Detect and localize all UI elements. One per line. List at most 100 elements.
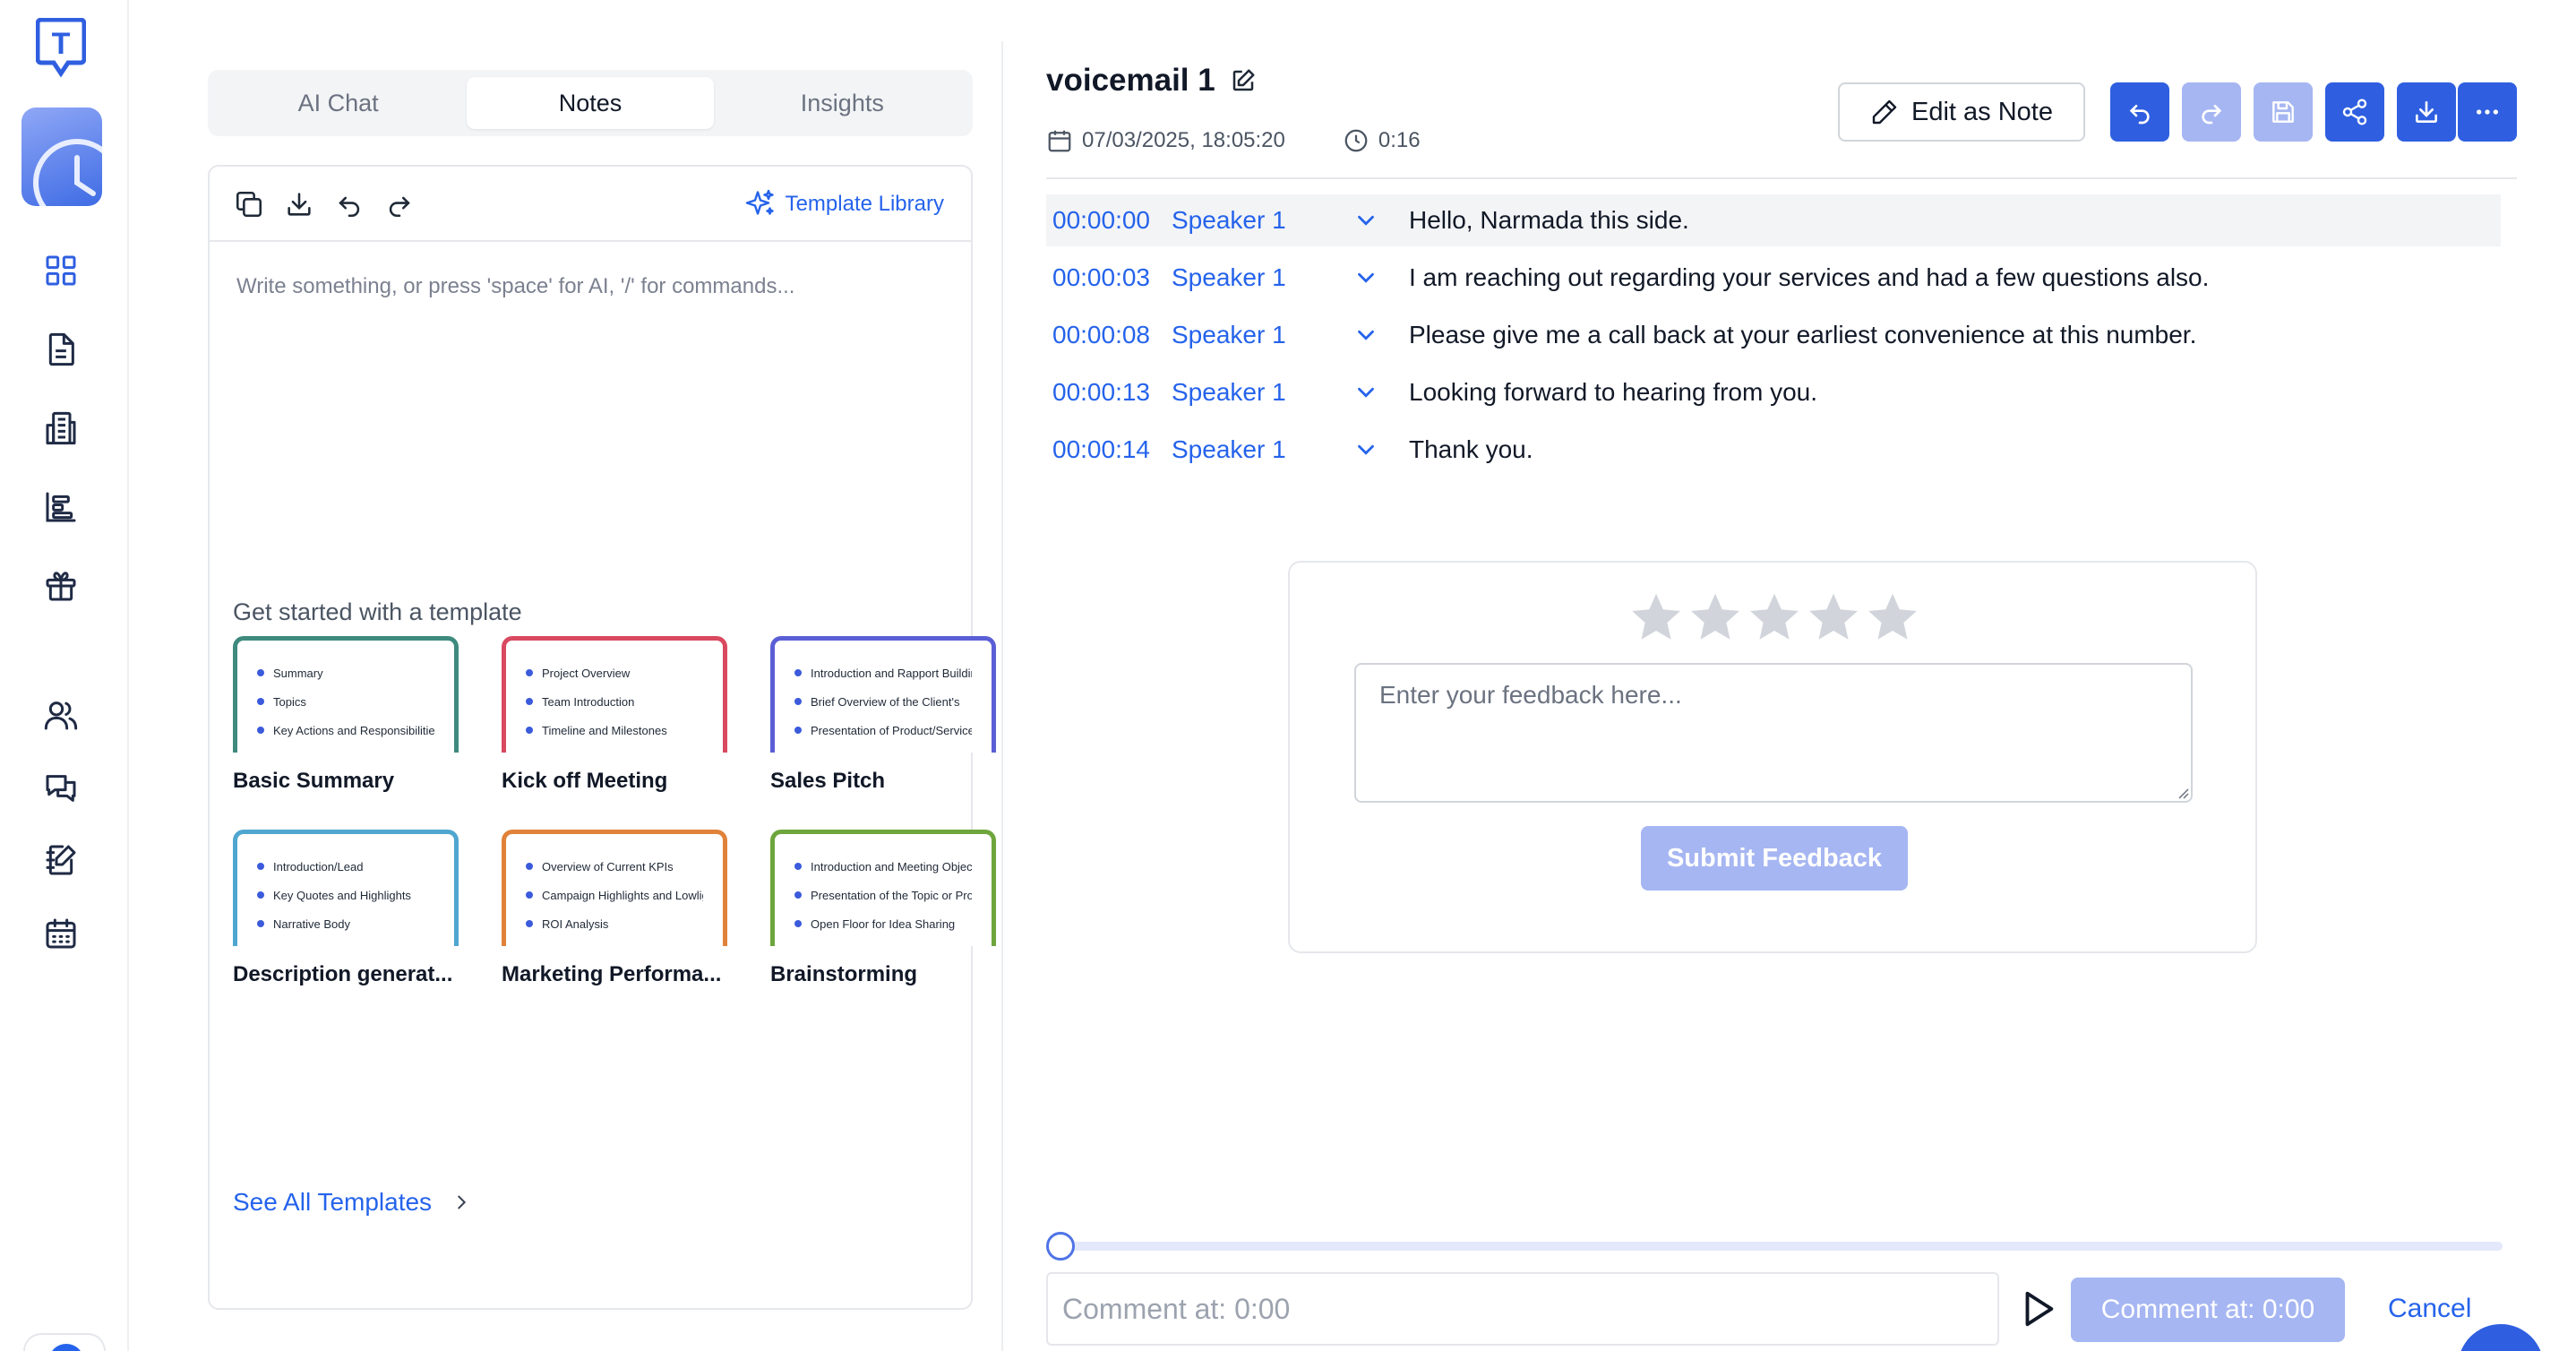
template-preview-line: Topics (257, 687, 434, 716)
recording-duration: 0:16 (1378, 128, 1421, 152)
template-name: Description generat... (233, 962, 453, 986)
timestamp-link[interactable]: 00:00:14 (1052, 435, 1150, 464)
copy-button[interactable] (231, 186, 267, 222)
template-preview-line: Presentation of the Topic or Problem (794, 881, 972, 909)
sidebar-item-conversations[interactable] (41, 769, 81, 808)
submit-feedback-button[interactable]: Submit Feedback (1641, 826, 1908, 891)
speaker-label[interactable]: Speaker 1 (1172, 263, 1286, 292)
notebook-edit-icon (46, 845, 76, 875)
timestamp-link[interactable]: 00:00:00 (1052, 206, 1150, 235)
see-all-templates-label: See All Templates (233, 1188, 433, 1216)
save-icon (2272, 101, 2294, 123)
seek-bar[interactable] (1046, 1242, 2503, 1251)
chevron-down-icon[interactable] (1352, 207, 1379, 234)
star-icon[interactable] (1628, 589, 1684, 645)
edit-title-icon[interactable] (1230, 67, 1257, 94)
notes-editor[interactable]: Write something, or press 'space' for AI… (236, 274, 935, 299)
seek-handle[interactable] (1046, 1232, 1075, 1261)
sidebar-item-contacts[interactable] (41, 695, 81, 735)
chevron-down-icon[interactable] (1352, 379, 1379, 406)
sidebar-item-documents[interactable] (41, 330, 81, 369)
templates-heading: Get started with a template (233, 598, 522, 625)
comment-input[interactable] (1046, 1272, 1999, 1346)
chevron-down-icon[interactable] (1352, 436, 1379, 463)
speaker-label[interactable]: Speaker 1 (1172, 378, 1286, 407)
share-button[interactable] (2325, 82, 2384, 142)
recent-clock-icon (33, 139, 102, 206)
template-library-button[interactable]: Template Library (744, 186, 944, 222)
undo-button[interactable] (331, 186, 367, 222)
play-icon[interactable] (2017, 1288, 2058, 1329)
resize-handle-icon[interactable] (2177, 787, 2189, 799)
timestamp-link[interactable]: 00:00:03 (1052, 263, 1150, 292)
template-name: Basic Summary (233, 769, 395, 793)
save-button[interactable] (2254, 82, 2313, 142)
document-icon (48, 332, 74, 366)
timestamp-link[interactable]: 00:00:13 (1052, 378, 1150, 407)
user-avatar-tab[interactable] (23, 1333, 106, 1351)
cancel-button[interactable]: Cancel (2388, 1294, 2471, 1324)
template-card[interactable]: Introduction/Lead Key Quotes and Highligh… (233, 830, 459, 987)
tab-ai-chat[interactable]: AI Chat (215, 77, 461, 129)
template-preview-line: Introduction/Lead (257, 852, 434, 881)
sidebar-item-recent[interactable] (21, 108, 102, 206)
notes-panel: Template Library Write something, or pre… (208, 165, 996, 1310)
undo-icon (2129, 105, 2150, 125)
gift-icon (46, 572, 76, 601)
transcript-row: 00:00:08 Speaker 1 Please give me a call b… (1046, 309, 2501, 361)
transcript-text: Hello, Narmada this side. (1409, 206, 1689, 234)
sidebar-item-dashboard[interactable] (41, 251, 81, 290)
template-preview-line: Timeline and Milestones (526, 716, 703, 744)
star-icon[interactable] (1747, 589, 1802, 645)
template-preview: Summary Topics Key Actions and Responsibil… (233, 636, 459, 753)
app-logo[interactable]: T (35, 17, 87, 78)
template-preview-line: Key Actions and Responsibilities (257, 716, 434, 744)
template-card[interactable]: Introduction and Rapport Building Brief O… (770, 636, 996, 794)
more-options-button[interactable] (2458, 82, 2517, 142)
download-button[interactable] (2397, 82, 2456, 142)
see-all-templates-link[interactable]: See All Templates (233, 1188, 471, 1217)
template-preview-line: Campaign Highlights and Lowlights (526, 881, 703, 909)
chevron-down-icon[interactable] (1352, 264, 1379, 291)
star-icon[interactable] (1687, 589, 1743, 645)
speaker-label[interactable]: Speaker 1 (1172, 321, 1286, 349)
sidebar-item-calendar[interactable] (41, 914, 81, 953)
share-icon (2342, 99, 2367, 125)
chat-fab-button[interactable] (2458, 1324, 2544, 1351)
transcript-undo-button[interactable] (2110, 82, 2169, 142)
template-preview: Introduction and Meeting ObjectivesPrese… (770, 830, 996, 946)
template-card[interactable]: Summary Topics Key Actions and Responsibil… (233, 636, 459, 794)
chevron-down-icon[interactable] (1352, 322, 1379, 349)
download-icon (288, 193, 311, 216)
edit-as-note-label: Edit as Note (1911, 97, 2053, 126)
download-notes-button[interactable] (281, 186, 317, 222)
sidebar-rail: T (0, 0, 129, 1351)
speaker-label[interactable]: Speaker 1 (1172, 206, 1286, 235)
template-name: Brainstorming (770, 962, 918, 986)
sidebar-item-notebook[interactable] (41, 840, 81, 880)
feedback-card: Submit Feedback (1288, 561, 2257, 953)
sidebar-item-rewards[interactable] (41, 566, 81, 606)
template-name: Kick off Meeting (502, 769, 668, 793)
template-card[interactable]: Overview of Current KPIs Campaign Highlig… (502, 830, 727, 987)
sidebar-item-organization[interactable] (41, 409, 81, 448)
tab-insights[interactable]: Insights (719, 77, 966, 129)
redo-button[interactable] (382, 186, 417, 222)
template-preview-line: Project Overview (526, 658, 703, 687)
edit-as-note-button[interactable]: Edit as Note (1838, 82, 2085, 142)
star-icon[interactable] (1865, 589, 1920, 645)
tab-notes[interactable]: Notes (467, 77, 714, 129)
timestamp-link[interactable]: 00:00:08 (1052, 321, 1150, 349)
transcript-redo-button[interactable] (2182, 82, 2241, 142)
recording-datetime: 07/03/2025, 18:05:20 (1082, 128, 1285, 152)
sidebar-item-reports[interactable] (41, 487, 81, 527)
pencil-icon (1872, 99, 1897, 125)
transcript-row: 00:00:00 Speaker 1 Hello, Narmada this sid… (1046, 194, 2501, 246)
add-comment-button[interactable]: Comment at: 0:00 (2071, 1278, 2345, 1342)
star-icon[interactable] (1806, 589, 1861, 645)
feedback-input[interactable] (1354, 663, 2193, 803)
header-divider (1046, 177, 2517, 179)
speaker-label[interactable]: Speaker 1 (1172, 435, 1286, 464)
template-card[interactable]: Project Overview Team Introduction Timelin… (502, 636, 727, 794)
template-card[interactable]: Introduction and Meeting ObjectivesPrese… (770, 830, 996, 987)
